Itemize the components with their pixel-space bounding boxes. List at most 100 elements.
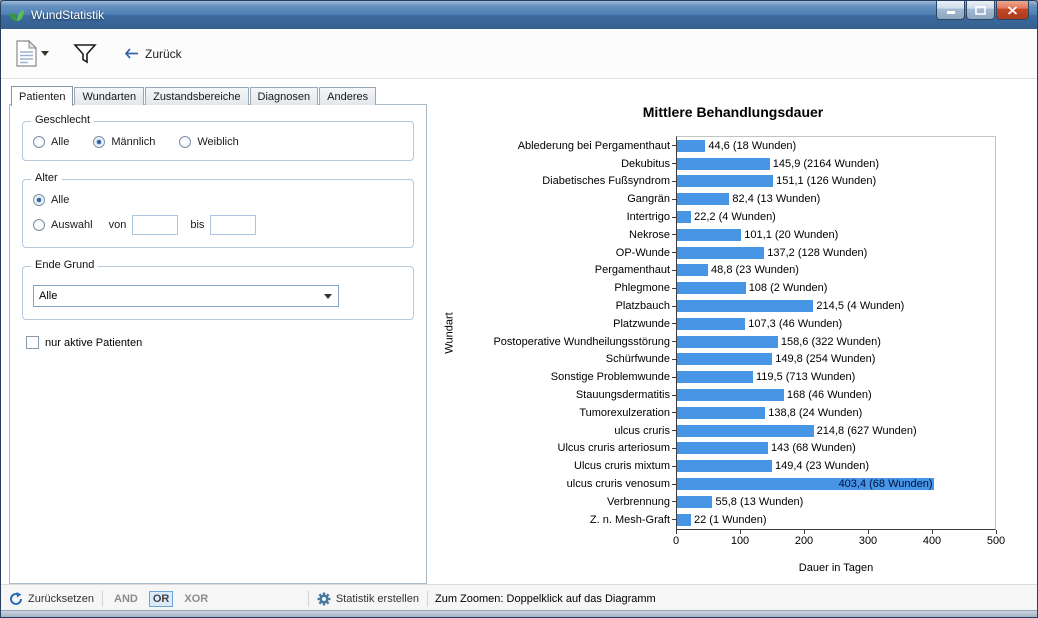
category-label: Ulcus cruris arteriosum bbox=[462, 440, 676, 458]
logic-xor-toggle[interactable]: XOR bbox=[181, 592, 211, 606]
chart-bar[interactable] bbox=[677, 495, 713, 508]
close-icon bbox=[1007, 5, 1018, 15]
radio-geschlecht-weiblich[interactable]: Weiblich bbox=[179, 136, 239, 148]
tab-patienten[interactable]: Patienten bbox=[11, 86, 74, 106]
radio-geschlecht-maennlich[interactable]: Männlich bbox=[93, 136, 155, 148]
radio-geschlecht-alle[interactable]: Alle bbox=[33, 136, 69, 148]
dropdown-caret-icon[interactable] bbox=[41, 51, 49, 56]
bar-value-label: 145,9 (2164 Wunden) bbox=[772, 157, 879, 170]
window-title: WundStatistik bbox=[31, 8, 105, 22]
window-frame-bottom[interactable] bbox=[1, 610, 1037, 617]
chart-row: 168 (46 Wunden) bbox=[677, 386, 995, 404]
chart-bar[interactable] bbox=[677, 211, 692, 224]
category-label: Platzbauch bbox=[462, 297, 676, 315]
chart-bar[interactable] bbox=[677, 228, 742, 241]
reset-button[interactable]: Zurücksetzen bbox=[9, 591, 95, 606]
chart-bar[interactable] bbox=[677, 139, 706, 152]
logic-and-toggle[interactable]: AND bbox=[111, 592, 141, 606]
chart-area[interactable]: Mittlere Behandlungsdauer Wundart Ablede… bbox=[428, 79, 1037, 584]
chart-bar[interactable] bbox=[677, 353, 773, 366]
nur-aktive-checkbox-row[interactable]: nur aktive Patienten bbox=[26, 336, 426, 349]
checkbox-icon[interactable] bbox=[26, 336, 39, 349]
chart-bar[interactable] bbox=[677, 460, 773, 473]
close-button[interactable] bbox=[996, 1, 1029, 20]
create-statistics-button[interactable]: Statistik erstellen bbox=[317, 592, 419, 606]
radio-alter-auswahl[interactable]: Auswahl von bis bbox=[33, 215, 403, 235]
tab-wundarten[interactable]: Wundarten bbox=[74, 87, 145, 105]
chart-bar[interactable] bbox=[677, 246, 765, 259]
toolbar: Zurück bbox=[1, 29, 1037, 79]
chart-bar[interactable] bbox=[677, 371, 753, 384]
x-tick-label: 500 bbox=[986, 534, 1006, 547]
chart-row: 108 (2 Wunden) bbox=[677, 279, 995, 297]
bar-value-label: 119,5 (713 Wunden) bbox=[756, 371, 856, 384]
filter-button[interactable] bbox=[70, 40, 100, 67]
export-button[interactable] bbox=[13, 37, 52, 70]
radio-label: Alle bbox=[51, 194, 70, 206]
chart-bar[interactable] bbox=[677, 282, 746, 295]
chart-bar[interactable]: 403,4 (68 Wunden) bbox=[677, 478, 934, 491]
radio-icon[interactable] bbox=[33, 219, 45, 231]
chart-row: 403,4 (68 Wunden) bbox=[677, 475, 995, 493]
chart-bar[interactable] bbox=[677, 157, 770, 170]
chart-bar[interactable] bbox=[677, 264, 709, 277]
logic-or-toggle[interactable]: OR bbox=[148, 590, 174, 607]
reset-icon bbox=[10, 591, 22, 605]
title-bar[interactable]: WundStatistik bbox=[1, 1, 1037, 29]
gear-icon bbox=[317, 592, 331, 605]
combo-arrow-icon bbox=[324, 294, 332, 299]
chart-row: 44,6 (18 Wunden) bbox=[677, 137, 995, 155]
category-label: Pergamenthaut bbox=[462, 262, 676, 280]
chart-bar[interactable] bbox=[677, 300, 814, 313]
x-tick-label: 400 bbox=[922, 534, 942, 547]
app-window: WundStatistik Zurück Patienten Wundarten… bbox=[0, 0, 1038, 618]
category-label: Schürfwunde bbox=[462, 351, 676, 369]
bar-value-label: 138,8 (24 Wunden) bbox=[768, 406, 863, 419]
geschlecht-group-label: Geschlecht bbox=[31, 114, 95, 126]
x-tick-mark bbox=[996, 529, 997, 534]
checkbox-label: nur aktive Patienten bbox=[45, 336, 143, 349]
minimize-button[interactable] bbox=[936, 1, 965, 20]
chart-bar[interactable] bbox=[677, 317, 746, 330]
chart-row: 22 (1 Wunden) bbox=[677, 511, 995, 529]
plot-area[interactable]: 44,6 (18 Wunden) 145,9 (2164 Wunden) 151,1… bbox=[676, 136, 996, 530]
bar-value-label: 22,2 (4 Wunden) bbox=[694, 211, 776, 224]
chart-bar[interactable] bbox=[677, 513, 691, 526]
von-label: von bbox=[108, 219, 127, 231]
radio-icon[interactable] bbox=[33, 136, 45, 148]
alter-von-input[interactable] bbox=[132, 215, 179, 235]
radio-alter-alle[interactable]: Alle bbox=[33, 194, 403, 206]
tab-zustandsbereiche[interactable]: Zustandsbereiche bbox=[145, 87, 249, 105]
category-label: Intertrigo bbox=[462, 208, 676, 226]
alter-bis-input[interactable] bbox=[210, 215, 257, 235]
radio-icon[interactable] bbox=[93, 136, 106, 148]
separator bbox=[102, 590, 104, 607]
radio-icon[interactable] bbox=[33, 194, 45, 206]
chart-bar[interactable] bbox=[677, 406, 766, 419]
radio-icon[interactable] bbox=[179, 136, 192, 148]
back-label: Zurück bbox=[145, 46, 182, 61]
x-tick-mark bbox=[804, 529, 805, 534]
tab-diagnosen[interactable]: Diagnosen bbox=[249, 87, 319, 105]
chart-bar[interactable] bbox=[677, 424, 814, 437]
ende-grund-select[interactable]: Alle bbox=[33, 285, 339, 307]
tab-anderes[interactable]: Anderes bbox=[319, 87, 377, 105]
chart-row: 107,3 (46 Wunden) bbox=[677, 315, 995, 333]
bar-value-label: 158,6 (322 Wunden) bbox=[780, 335, 881, 348]
y-axis-title: Wundart bbox=[444, 311, 456, 354]
chart-bar[interactable] bbox=[677, 335, 778, 348]
chart-bar[interactable] bbox=[677, 442, 768, 455]
bottom-bar: Zurücksetzen AND OR XOR Statistik erstel… bbox=[1, 584, 1037, 612]
back-button[interactable]: Zurück bbox=[124, 47, 182, 61]
chart-bar[interactable] bbox=[677, 193, 730, 206]
category-label: Tumorexulzeration bbox=[462, 404, 676, 422]
category-label: Nekrose bbox=[462, 226, 676, 244]
ende-grund-group: Ende Grund Alle bbox=[22, 259, 414, 320]
chart-bar[interactable] bbox=[677, 175, 774, 188]
reset-label: Zurücksetzen bbox=[28, 592, 95, 605]
maximize-button[interactable] bbox=[966, 1, 995, 20]
chart-title: Mittlere Behandlungsdauer bbox=[642, 104, 824, 120]
bar-value-label: 149,4 (23 Wunden) bbox=[775, 460, 869, 473]
separator bbox=[307, 590, 309, 607]
chart-bar[interactable] bbox=[677, 389, 784, 402]
